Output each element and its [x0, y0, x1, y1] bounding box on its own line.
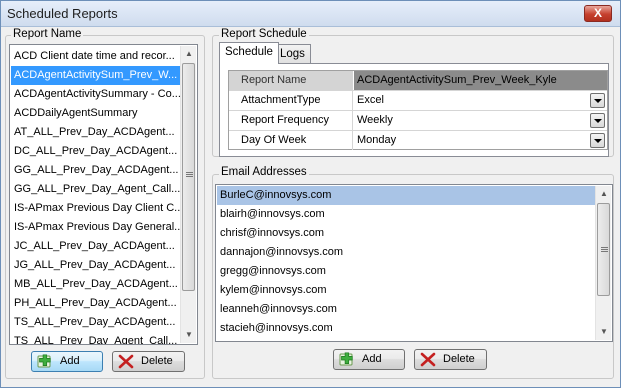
report-list-item[interactable]: TS_ALL_Prev_Day_ACDAgent...: [11, 313, 181, 332]
scrollbar-thumb[interactable]: [597, 203, 610, 296]
close-button[interactable]: X: [584, 5, 612, 22]
report-frequency-dropdown-icon[interactable]: [590, 113, 605, 128]
report-list-item[interactable]: GG_ALL_Prev_Day_Agent_Call...: [11, 180, 181, 199]
add-green-plus-icon: [339, 352, 353, 366]
grid-label-report-name: Report Name: [229, 71, 353, 90]
scrollbar-thumb[interactable]: [182, 63, 195, 291]
report-name-list[interactable]: ACD Client date time and recor... ACDAgen…: [9, 44, 198, 345]
day-of-week-dropdown-icon[interactable]: [590, 133, 605, 148]
report-list-item[interactable]: MB_ALL_Prev_Day_ACDAgent...: [11, 275, 181, 294]
email-list-item[interactable]: dannajon@innovsys.com: [217, 243, 597, 262]
title-bar[interactable]: Scheduled Reports X: [1, 1, 620, 27]
tab-schedule[interactable]: Schedule: [219, 42, 279, 64]
grid-row-day-of-week[interactable]: Day Of Week Monday: [229, 131, 607, 151]
report-list-item[interactable]: GG_ALL_Prev_Day_ACDAgent...: [11, 161, 181, 180]
grid-value-day-of-week[interactable]: Monday: [354, 131, 607, 150]
grid-value-attachment-type[interactable]: Excel: [354, 91, 607, 110]
report-list-item[interactable]: IS-APmax Previous Day General...: [11, 218, 181, 237]
report-list-item[interactable]: DC_ALL_Prev_Day_ACDAgent...: [11, 142, 181, 161]
email-list-item[interactable]: chrisf@innovsys.com: [217, 224, 597, 243]
delete-report-button[interactable]: Delete: [112, 351, 185, 372]
grid-label-attachment-type: AttachmentType: [229, 91, 353, 110]
scroll-up-arrow-icon[interactable]: ▲: [596, 186, 612, 202]
report-list-item[interactable]: PH_ALL_Prev_Day_ACDAgent...: [11, 294, 181, 313]
add-report-button[interactable]: Add: [31, 351, 103, 372]
tab-logs[interactable]: Logs: [274, 44, 311, 64]
email-addresses-group-label: Email Addresses: [219, 166, 309, 178]
schedule-tab-panel: Report Name ACDAgentActivitySum_Prev_Wee…: [219, 63, 609, 157]
grid-value-report-name[interactable]: ACDAgentActivitySum_Prev_Week_Kyle: [354, 71, 607, 90]
email-list-item[interactable]: stacieh@innovsys.com: [217, 319, 597, 338]
add-report-button-label: Add: [60, 355, 80, 367]
report-list-item[interactable]: JC_ALL_Prev_Day_ACDAgent...: [11, 237, 181, 256]
report-schedule-group-label: Report Schedule: [219, 28, 309, 40]
delete-red-x-icon: [420, 352, 436, 367]
grid-row-attachment-type[interactable]: AttachmentType Excel: [229, 91, 607, 111]
report-list-item[interactable]: ACDAgentActivitySum_Prev_W...: [11, 66, 181, 85]
report-list-item[interactable]: JG_ALL_Prev_Day_ACDAgent...: [11, 256, 181, 275]
grid-label-report-frequency: Report Frequency: [229, 111, 353, 130]
add-email-button[interactable]: Add: [333, 349, 405, 370]
grid-row-report-name[interactable]: Report Name ACDAgentActivitySum_Prev_Wee…: [229, 71, 607, 91]
scroll-down-arrow-icon[interactable]: ▼: [181, 327, 197, 343]
delete-email-button-label: Delete: [443, 353, 475, 365]
report-list-item[interactable]: AT_ALL_Prev_Day_ACDAgent...: [11, 123, 181, 142]
grid-value-report-frequency[interactable]: Weekly: [354, 111, 607, 130]
add-email-button-label: Add: [362, 353, 382, 365]
delete-report-button-label: Delete: [141, 355, 173, 367]
email-list-item[interactable]: leanneh@innovsys.com: [217, 300, 597, 319]
scroll-up-arrow-icon[interactable]: ▲: [181, 46, 197, 62]
report-list-item[interactable]: ACD Client date time and recor...: [11, 47, 181, 66]
email-list-item[interactable]: gregg@innovsys.com: [217, 262, 597, 281]
delete-email-button[interactable]: Delete: [414, 349, 487, 370]
email-list-item[interactable]: kylem@innovsys.com: [217, 281, 597, 300]
report-name-group-label: Report Name: [11, 28, 84, 40]
delete-red-x-icon: [118, 354, 134, 369]
grid-label-day-of-week: Day Of Week: [229, 131, 353, 150]
add-green-plus-icon: [37, 354, 51, 368]
report-list-item[interactable]: TS_ALL_Prev_Day_Agent_Call...: [11, 332, 181, 344]
email-addresses-list[interactable]: BurleC@innovsys.com blairh@innovsys.com ch…: [215, 184, 613, 342]
window-title: Scheduled Reports: [7, 6, 118, 21]
email-list-item[interactable]: blairh@innovsys.com: [217, 205, 597, 224]
report-list-item[interactable]: ACDDailyAgentSummary: [11, 104, 181, 123]
report-list-scrollbar[interactable]: ▲ ▼: [180, 46, 196, 343]
email-list-item[interactable]: BurleC@innovsys.com: [217, 186, 597, 205]
report-list-item[interactable]: ACDAgentActivitySummary - Co...: [11, 85, 181, 104]
grid-row-report-frequency[interactable]: Report Frequency Weekly: [229, 111, 607, 131]
attachment-type-dropdown-icon[interactable]: [590, 93, 605, 108]
report-list-item[interactable]: IS-APmax Previous Day Client C...: [11, 199, 181, 218]
schedule-property-grid: Report Name ACDAgentActivitySum_Prev_Wee…: [228, 70, 608, 150]
scroll-down-arrow-icon[interactable]: ▼: [596, 324, 612, 340]
scheduled-reports-window: Scheduled Reports X Report Name Report S…: [0, 0, 621, 388]
email-list-scrollbar[interactable]: ▲ ▼: [595, 186, 611, 340]
